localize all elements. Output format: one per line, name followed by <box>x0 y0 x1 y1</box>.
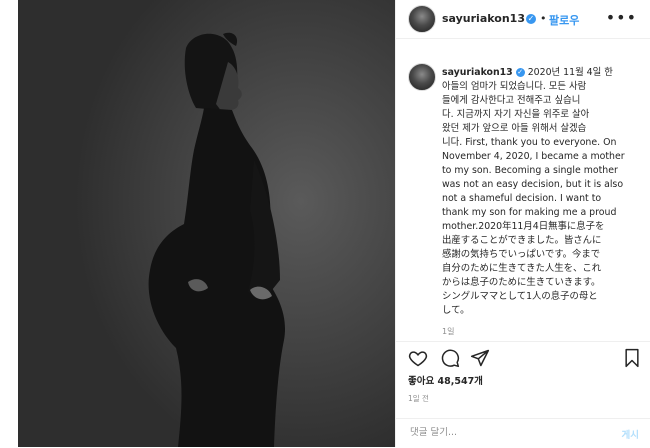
caption-line: 들에게 감사한다고 전해주고 싶습니 <box>442 95 581 106</box>
likes-count[interactable]: 좋아요 48,547개 <box>408 373 483 387</box>
caption-timestamp: 1일 <box>442 327 455 336</box>
caption-line: not a shameful decision. I want to <box>442 193 602 204</box>
caption-line: November 4, 2020, I became a mother <box>442 151 625 162</box>
caption-line: からは息子のために生きていきます。 <box>442 277 601 288</box>
share-send-icon[interactable] <box>470 348 490 368</box>
caption-line: 왔던 제가 앞으로 아들 위해서 살겠습 <box>442 123 587 134</box>
post-comment-button[interactable]: 게시 <box>622 427 639 441</box>
bookmark-save-icon[interactable] <box>622 348 642 368</box>
post-photo[interactable] <box>18 0 395 447</box>
avatar[interactable] <box>408 5 436 33</box>
caption-line: 出産することができました。皆さんに <box>442 235 602 246</box>
comment-bar: 게시 <box>396 418 650 448</box>
caption-line: 自分のために生きてきた人生を、これ <box>442 263 602 274</box>
like-heart-icon[interactable] <box>408 348 428 368</box>
caption-line: シングルママとして1人の息子の母と <box>442 291 598 302</box>
caption-avatar[interactable] <box>408 63 436 91</box>
instagram-post: sayuriakon13 ✓ • 팔로우 ••• sayuriakon13 ✓ … <box>0 0 650 447</box>
caption-line: thank my son for making me a proud <box>442 207 617 218</box>
more-options-icon[interactable]: ••• <box>606 8 637 27</box>
post-timestamp: 1일 전 <box>408 394 429 403</box>
post-header: sayuriakon13 ✓ • 팔로우 ••• <box>396 0 650 39</box>
comment-bubble-icon[interactable] <box>440 348 460 368</box>
username-link[interactable]: sayuriakon13 <box>442 12 525 25</box>
follow-button[interactable]: 팔로우 <box>549 12 579 28</box>
comment-input[interactable] <box>410 427 590 438</box>
caption-line: 다. 지금까지 자기 자신을 위주로 살아 <box>442 109 590 120</box>
silhouette-image <box>18 0 395 447</box>
verified-badge-icon: ✓ <box>526 14 536 24</box>
caption-line: 2020년 11월 4일 한 <box>527 67 613 78</box>
caption-line: 感謝の気持ちでいっぱいです。今まで <box>442 249 601 260</box>
post-details-pane: sayuriakon13 ✓ • 팔로우 ••• sayuriakon13 ✓ … <box>395 0 650 447</box>
caption-line: mother.2020年11月4日無事に息子を <box>442 221 605 232</box>
caption-line: was not an easy decision, but it is also <box>442 179 624 190</box>
action-bar <box>396 341 650 372</box>
caption-line: して。 <box>442 305 470 316</box>
caption-line: 니다. First, thank you to everyone. On <box>442 137 617 148</box>
page-margin <box>0 0 18 447</box>
separator-dot: • <box>540 12 547 25</box>
caption-line: 아들의 엄마가 되었습니다. 모든 사람 <box>442 81 587 92</box>
caption-text: 2020년 11월 4일 한아들의 엄마가 되었습니다. 모든 사람들에게 감사… <box>442 67 625 316</box>
verified-badge-icon: ✓ <box>515 68 525 77</box>
caption-username-link[interactable]: sayuriakon13 <box>442 67 513 78</box>
caption-line: to my son. Becoming a single mother <box>442 165 618 176</box>
post-caption: sayuriakon13 ✓ 2020년 11월 4일 한아들의 엄마가 되었습… <box>442 66 638 318</box>
